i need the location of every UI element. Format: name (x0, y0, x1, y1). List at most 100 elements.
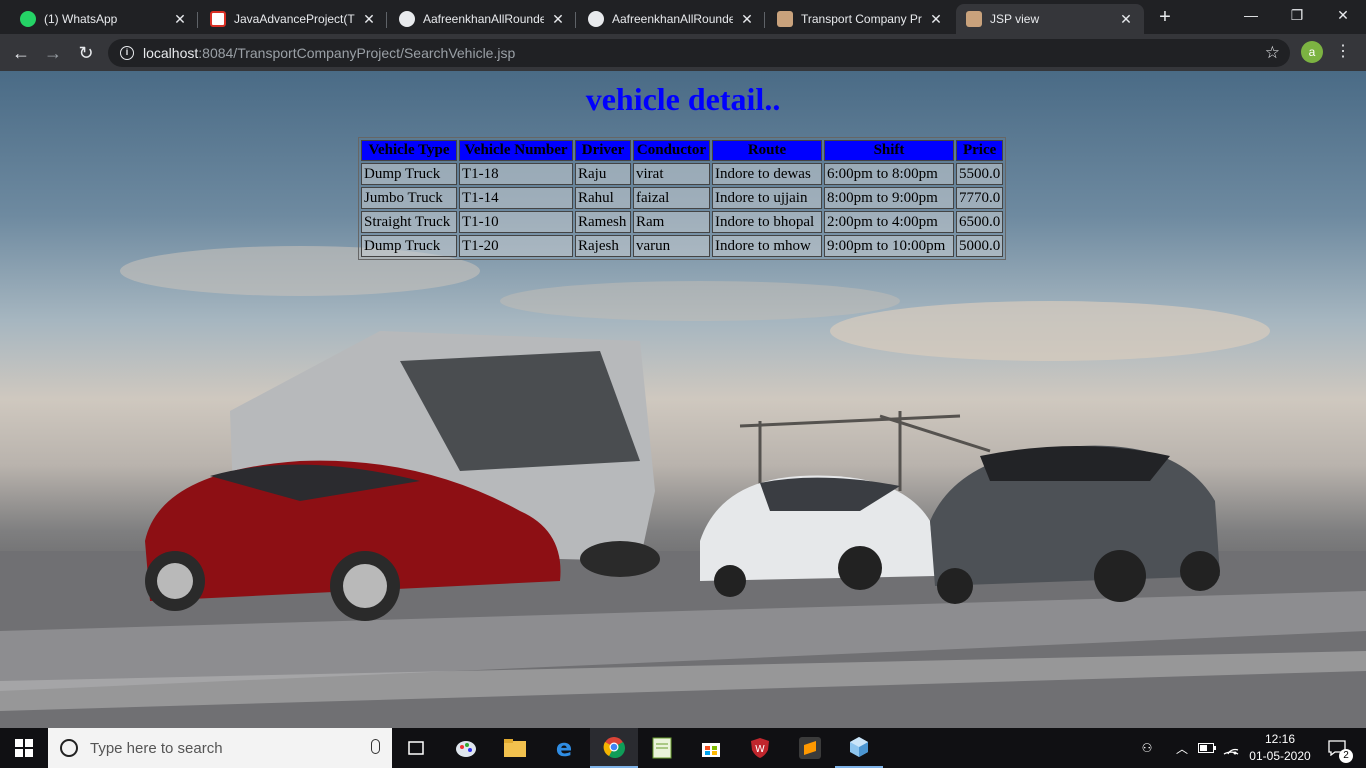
taskbar-search[interactable]: Type here to search (48, 728, 392, 768)
close-icon[interactable]: ✕ (739, 11, 755, 27)
taskbar-app-file-explorer[interactable] (491, 728, 539, 768)
taskbar-app-notes[interactable] (638, 728, 686, 768)
col-shift: Shift (824, 140, 954, 161)
notification-center-button[interactable]: 2 (1320, 728, 1354, 768)
cell-shift: 2:00pm to 4:00pm (824, 211, 954, 233)
system-clock[interactable]: 12:16 01-05-2020 (1240, 731, 1320, 765)
col-price: Price (956, 140, 1004, 161)
cell-vehicle-type: Dump Truck (361, 235, 457, 257)
taskbar-app-store[interactable] (687, 728, 735, 768)
back-button[interactable]: ← (8, 40, 34, 66)
page-content: vehicle detail.. Vehicle Type Vehicle Nu… (0, 71, 1366, 728)
tab-separator (197, 12, 198, 28)
minimize-button[interactable]: — (1228, 0, 1274, 30)
cell-shift: 8:00pm to 9:00pm (824, 187, 954, 209)
microphone-icon[interactable] (371, 739, 380, 754)
cell-shift: 6:00pm to 8:00pm (824, 163, 954, 185)
table-row: Dump Truck T1-18 Raju virat Indore to de… (361, 163, 1004, 185)
github-icon (399, 11, 415, 27)
wifi-shape (1223, 748, 1239, 755)
taskbar-app-chrome[interactable] (590, 728, 638, 768)
info-icon[interactable]: i (120, 46, 134, 60)
new-tab-button[interactable]: + (1155, 7, 1175, 27)
profile-avatar[interactable]: a (1301, 41, 1323, 63)
wifi-icon[interactable] (1220, 728, 1242, 768)
cell-driver: Ramesh (575, 211, 631, 233)
tab-title: AafreenkhanAllRounder (423, 12, 544, 26)
forward-button[interactable]: → (40, 40, 66, 66)
tab-jsp-view[interactable]: JSP view ✕ (956, 4, 1144, 34)
cell-vehicle-type: Straight Truck (361, 211, 457, 233)
search-placeholder: Type here to search (90, 739, 223, 757)
cell-route: Indore to ujjain (712, 187, 822, 209)
tab-gmail[interactable]: JavaAdvanceProject(Tra ✕ (200, 4, 387, 34)
menu-icon[interactable]: ⋮ (1335, 40, 1351, 64)
tab-title: AafreenkhanAllRounder (612, 12, 733, 26)
edge-icon: e (555, 734, 573, 762)
tab-github-1[interactable]: AafreenkhanAllRounder ✕ (389, 4, 576, 34)
svg-text:W: W (755, 744, 765, 755)
table-row: Straight Truck T1-10 Ramesh Ram Indore t… (361, 211, 1004, 233)
cell-driver: Raju (575, 163, 631, 185)
taskbar-app-antivirus[interactable]: W (736, 728, 784, 768)
tab-transport-company[interactable]: Transport Company Pro ✕ (767, 4, 954, 34)
taskbar-app-edge[interactable]: e (540, 728, 588, 768)
tab-title: (1) WhatsApp (44, 12, 118, 26)
cell-price: 7770.0 (956, 187, 1004, 209)
tab-github-2[interactable]: AafreenkhanAllRounder ✕ (578, 4, 765, 34)
taskbar-app-paint[interactable] (442, 728, 490, 768)
start-button[interactable] (0, 728, 48, 768)
url-host: localhost (143, 45, 199, 61)
window-close-button[interactable]: ✕ (1320, 0, 1366, 30)
cell-vehicle-number: T1-14 (459, 187, 573, 209)
cell-shift: 9:00pm to 10:00pm (824, 235, 954, 257)
cell-route: Indore to dewas (712, 163, 822, 185)
tab-strip: (1) WhatsApp ✕ JavaAdvanceProject(Tra ✕ … (0, 0, 1366, 34)
close-icon[interactable]: ✕ (361, 11, 377, 27)
battery-shape (1198, 743, 1216, 753)
gmail-icon (210, 11, 226, 27)
cell-driver: Rahul (575, 187, 631, 209)
cell-vehicle-number: T1-10 (459, 211, 573, 233)
bookmark-star-icon[interactable]: ☆ (1265, 43, 1280, 63)
battery-icon[interactable] (1196, 728, 1218, 768)
paint-icon (456, 741, 476, 757)
tab-separator (386, 12, 387, 28)
close-icon[interactable]: ✕ (550, 11, 566, 27)
page-heading: vehicle detail.. (585, 81, 781, 117)
notepad-icon (652, 737, 672, 759)
cell-conductor: Ram (633, 211, 710, 233)
chevron-up-icon[interactable]: ︿ (1170, 728, 1194, 768)
github-icon (588, 11, 604, 27)
taskbar-app-sublime[interactable] (786, 728, 834, 768)
close-icon[interactable]: ✕ (928, 11, 944, 27)
taskbar-app-virtualbox[interactable] (835, 728, 883, 768)
clock-time: 12:16 (1264, 732, 1296, 746)
cell-vehicle-type: Dump Truck (361, 163, 457, 185)
cell-price: 6500.0 (956, 211, 1004, 233)
cell-conductor: varun (633, 235, 710, 257)
windows-icon (15, 739, 33, 757)
site-icon (966, 11, 982, 27)
url-path: :8084/TransportCompanyProject/SearchVehi… (198, 45, 516, 61)
cell-route: Indore to bhopal (712, 211, 822, 233)
address-bar[interactable]: i localhost:8084/TransportCompanyProject… (108, 39, 1290, 67)
tab-whatsapp[interactable]: (1) WhatsApp ✕ (10, 4, 198, 34)
cell-price: 5500.0 (956, 163, 1004, 185)
task-view-button[interactable] (392, 728, 440, 768)
browser-toolbar: ← → ↻ i localhost:8084/TransportCompanyP… (0, 34, 1366, 71)
cell-price: 5000.0 (956, 235, 1004, 257)
notification-count: 2 (1339, 749, 1353, 763)
tab-title: JSP view (990, 12, 1040, 26)
close-icon[interactable]: ✕ (1118, 11, 1134, 27)
sublime-icon (799, 737, 821, 759)
restore-button[interactable]: ❐ (1274, 0, 1320, 30)
reload-button[interactable]: ↻ (73, 40, 99, 66)
cell-conductor: faizal (633, 187, 710, 209)
people-icon[interactable]: ⚇ (1132, 728, 1162, 768)
close-icon[interactable]: ✕ (172, 11, 188, 27)
cell-vehicle-type: Jumbo Truck (361, 187, 457, 209)
col-vehicle-number: Vehicle Number (459, 140, 573, 161)
clock-date: 01-05-2020 (1249, 749, 1311, 763)
col-conductor: Conductor (633, 140, 710, 161)
